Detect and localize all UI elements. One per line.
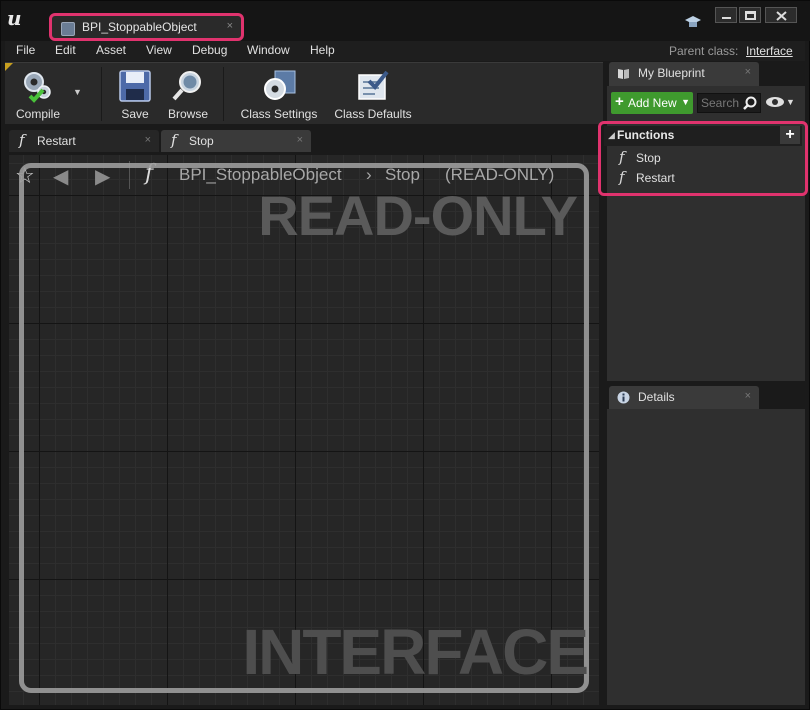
editor-window: u BPI_StoppableObject × File Edit Asset …	[0, 0, 810, 710]
checklist-icon	[358, 70, 389, 100]
eye-icon[interactable]	[765, 96, 785, 108]
toolbar: Compile ▼ Save Browse Class Settings Cla…	[5, 62, 603, 124]
maximize-button[interactable]	[739, 7, 761, 23]
compile-button[interactable]: Compile	[7, 63, 69, 125]
document-tab[interactable]: BPI_StoppableObject ×	[49, 13, 244, 41]
graph-editor-canvas[interactable]: ☆ ◀ ▶ f BPI_StoppableObject › Stop (READ…	[9, 155, 599, 705]
minimize-button[interactable]	[715, 7, 737, 23]
compile-gears-icon	[24, 72, 51, 103]
search-input[interactable]	[701, 95, 743, 111]
add-new-label: Add New	[628, 96, 677, 110]
tab-stop-label: Stop	[189, 134, 214, 148]
interface-watermark: INTERFACE	[242, 616, 589, 688]
my-blueprint-tab-close-icon[interactable]: ×	[745, 66, 751, 78]
document-tab-close-icon[interactable]: ×	[227, 20, 233, 32]
details-tab-label: Details	[638, 390, 675, 404]
functions-highlight-box	[598, 121, 808, 196]
class-settings-label: Class Settings	[240, 107, 318, 121]
title-bar: u BPI_StoppableObject ×	[1, 1, 810, 41]
search-field[interactable]	[697, 93, 761, 113]
details-tab-close-icon[interactable]: ×	[745, 390, 751, 402]
parent-class-link[interactable]: Interface	[746, 44, 793, 58]
tab-restart[interactable]: f Restart ×	[9, 130, 159, 152]
menu-bar: File Edit Asset View Debug Window Help P…	[5, 41, 805, 61]
class-defaults-label: Class Defaults	[334, 107, 412, 121]
menu-help[interactable]: Help	[310, 43, 335, 57]
search-icon	[743, 96, 757, 110]
tab-my-blueprint[interactable]: My Blueprint ×	[609, 62, 759, 86]
floppy-disk-icon	[119, 70, 151, 102]
blueprint-interface-icon	[61, 22, 75, 36]
toolbar-separator	[223, 67, 224, 121]
details-panel	[607, 409, 805, 705]
my-blueprint-tab-strip: My Blueprint ×	[607, 62, 805, 86]
chevron-down-icon[interactable]: ▼	[786, 97, 795, 107]
menu-view[interactable]: View	[146, 43, 172, 57]
class-defaults-button[interactable]: Class Defaults	[331, 63, 415, 125]
book-icon	[618, 69, 629, 79]
menu-edit[interactable]: Edit	[55, 43, 76, 57]
close-icon	[776, 11, 787, 21]
unreal-logo-icon: u	[7, 6, 22, 30]
chevron-down-icon: ▼	[73, 87, 82, 97]
function-f-icon: f	[19, 131, 25, 149]
tab-details[interactable]: Details ×	[609, 386, 759, 410]
compile-label: Compile	[15, 107, 60, 121]
save-button[interactable]: Save	[113, 63, 157, 125]
class-settings-button[interactable]: Class Settings	[237, 63, 321, 125]
info-icon	[617, 391, 630, 404]
menu-file[interactable]: File	[16, 43, 35, 57]
parent-class-label: Parent class:	[669, 44, 739, 58]
toolbar-separator	[101, 67, 102, 121]
tab-restart-label: Restart	[37, 134, 76, 148]
magnifier-icon	[172, 71, 201, 101]
chevron-down-icon: ▼	[681, 97, 690, 107]
browse-label: Browse	[167, 107, 208, 121]
tab-stop[interactable]: f Stop ×	[161, 130, 311, 152]
menu-window[interactable]: Window	[247, 43, 290, 57]
learning-hat-icon[interactable]	[685, 15, 701, 29]
my-blueprint-tab-label: My Blueprint	[638, 66, 705, 80]
graph-tab-bar: f Restart × f Stop ×	[5, 128, 603, 152]
tab-restart-close-icon[interactable]: ×	[145, 134, 151, 146]
compile-options-button[interactable]: ▼	[69, 63, 87, 125]
details-tab-strip: Details ×	[607, 384, 805, 410]
read-only-watermark: READ-ONLY	[258, 184, 578, 247]
close-window-button[interactable]	[765, 7, 797, 23]
browse-button[interactable]: Browse	[163, 63, 213, 125]
add-new-button[interactable]: + Add New ▼	[611, 92, 693, 114]
function-f-icon: f	[171, 131, 177, 149]
menu-asset[interactable]: Asset	[96, 43, 126, 57]
gear-settings-icon	[264, 70, 296, 100]
tab-stop-close-icon[interactable]: ×	[297, 134, 303, 146]
document-tab-title: BPI_StoppableObject	[82, 20, 197, 34]
save-label: Save	[121, 107, 149, 121]
plus-icon: +	[615, 93, 624, 110]
menu-debug[interactable]: Debug	[192, 43, 227, 57]
